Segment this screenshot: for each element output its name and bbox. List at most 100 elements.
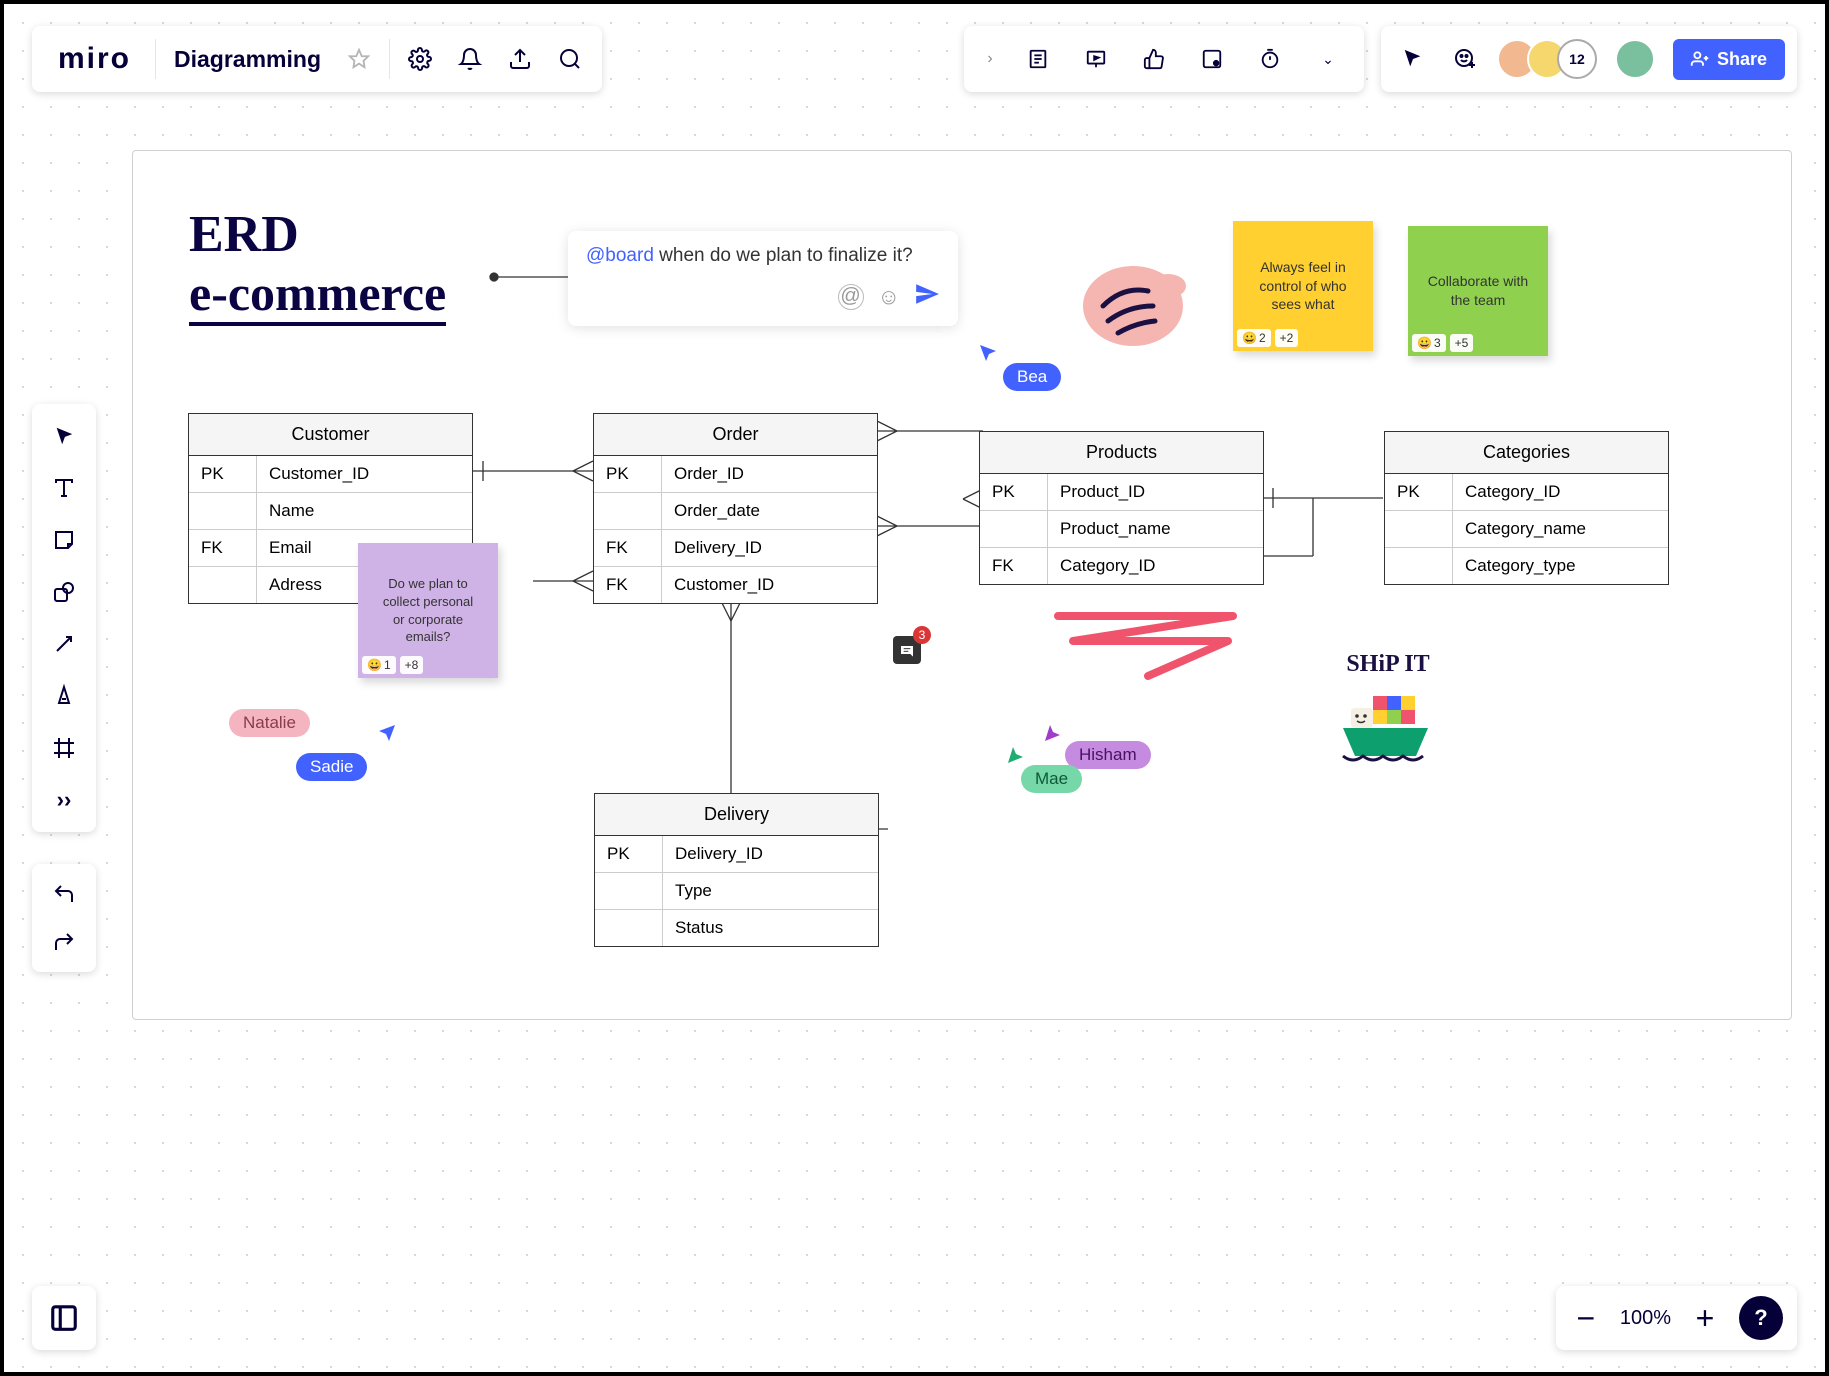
field-cell: Category_ID [1453,474,1668,510]
cursor-mae-pointer [1006,743,1030,767]
table-delivery[interactable]: Delivery PKDelivery_IDTypeStatus [594,793,879,947]
field-cell: Product_ID [1048,474,1263,510]
mention: @board [586,245,654,266]
connector-tool[interactable] [40,620,88,668]
cursor-hisham-pointer [1043,721,1067,745]
pen-tool[interactable] [40,672,88,720]
field-cell: Product_name [1048,511,1263,547]
reaction-icon[interactable] [1445,39,1485,79]
cursor-icon[interactable] [1393,39,1433,79]
share-button[interactable]: Share [1673,39,1785,80]
expand-icon[interactable]: › [980,39,1000,79]
timer-icon[interactable] [1250,39,1290,79]
title-line2: e-commerce [189,264,446,326]
add-reaction[interactable]: +8 [400,656,424,674]
cursor-sadie: Sadie [296,753,367,781]
table-row[interactable]: PKCustomer_ID [189,456,472,493]
zoom-in-button[interactable]: + [1689,1300,1721,1337]
field-cell: Name [257,493,472,529]
key-cell [595,873,663,909]
table-products[interactable]: Products PKProduct_IDProduct_nameFKCateg… [979,431,1264,585]
minimap-toggle[interactable] [32,1286,96,1350]
key-cell: PK [594,456,662,492]
table-header: Products [980,432,1263,474]
table-row[interactable]: PKProduct_ID [980,474,1263,511]
add-reaction[interactable]: +5 [1450,334,1474,352]
frame-tool[interactable] [40,724,88,772]
field-cell: Status [663,910,878,946]
redo-button[interactable] [40,918,88,966]
search-icon[interactable] [550,39,590,79]
key-cell [189,567,257,603]
key-cell [189,493,257,529]
zoom-value[interactable]: 100% [1620,1307,1671,1330]
table-row[interactable]: Category_type [1385,548,1668,584]
table-row[interactable]: PKDelivery_ID [595,836,878,873]
table-header: Order [594,414,877,456]
sticky-note-purple[interactable]: Do we plan to collect personal or corpor… [358,543,498,678]
table-row[interactable]: FKCustomer_ID [594,567,877,603]
shape-tool[interactable] [40,568,88,616]
reaction-badge[interactable]: 😀3 [1412,334,1446,352]
reaction-badge[interactable]: 😀2 [1237,329,1271,347]
note-icon[interactable] [1018,39,1058,79]
canvas-frame[interactable]: ERD e-commerce [132,150,1792,1020]
field-cell: Category_ID [1048,548,1263,584]
avatar-more[interactable]: 12 [1557,39,1597,79]
board-title[interactable]: Diagramming [166,46,329,73]
table-row[interactable]: Order_date [594,493,877,530]
sticky-text: Do we plan to collect personal or corpor… [376,575,480,645]
table-header: Delivery [595,794,878,836]
sticky-note-green[interactable]: Collaborate with the team 😀3 +5 [1408,226,1548,356]
diagram-title[interactable]: ERD e-commerce [189,205,446,326]
thumbs-up-icon[interactable] [1134,39,1174,79]
star-icon[interactable] [339,39,379,79]
table-row[interactable]: Status [595,910,878,946]
select-tool[interactable] [40,412,88,460]
cursor-bea: Bea [1003,363,1061,391]
field-cell: Order_date [662,493,877,529]
export-icon[interactable] [500,39,540,79]
hand-drawing[interactable] [1073,251,1193,361]
header-center-tools: › ⌄ [964,26,1364,92]
sticky-tool[interactable] [40,516,88,564]
key-cell [594,493,662,529]
ship-it-label: SHiP IT [1333,651,1443,678]
mention-icon[interactable]: @ [838,284,864,310]
more-tools[interactable]: ›› [40,776,88,824]
chevron-down-icon[interactable]: ⌄ [1308,39,1348,79]
comment-thread-icon[interactable]: 3 [893,636,921,664]
table-row[interactable]: FKDelivery_ID [594,530,877,567]
key-cell [595,910,663,946]
table-row[interactable]: Name [189,493,472,530]
table-row[interactable]: PKOrder_ID [594,456,877,493]
avatar-self[interactable] [1615,39,1655,79]
undo-button[interactable] [40,870,88,918]
comment-box[interactable]: @board when do we plan to finalize it? @… [568,231,958,326]
presentation-icon[interactable] [1076,39,1116,79]
sticky-note-yellow[interactable]: Always feel in control of who sees what … [1233,221,1373,351]
ship-it-sticker[interactable]: SHiP IT [1333,651,1443,773]
help-button[interactable]: ? [1739,1296,1783,1340]
table-order[interactable]: Order PKOrder_IDOrder_dateFKDelivery_IDF… [593,413,878,604]
text-tool[interactable] [40,464,88,512]
add-reaction[interactable]: +2 [1275,329,1299,347]
table-categories[interactable]: Categories PKCategory_IDCategory_nameCat… [1384,431,1669,585]
reaction-badge[interactable]: 😀1 [362,656,396,674]
comment-add-icon[interactable] [1192,39,1232,79]
emoji-icon[interactable]: ☺ [878,284,900,310]
table-row[interactable]: Product_name [980,511,1263,548]
settings-icon[interactable] [400,39,440,79]
table-row[interactable]: FKCategory_ID [980,548,1263,584]
table-row[interactable]: PKCategory_ID [1385,474,1668,511]
bell-icon[interactable] [450,39,490,79]
key-cell [1385,548,1453,584]
logo[interactable]: miro [44,42,145,76]
avatar-stack[interactable]: 12 [1497,39,1597,79]
scribble[interactable] [1053,606,1253,686]
send-icon[interactable] [914,281,940,312]
table-row[interactable]: Category_name [1385,511,1668,548]
key-cell: FK [594,567,662,603]
zoom-out-button[interactable]: − [1570,1300,1602,1337]
table-row[interactable]: Type [595,873,878,910]
